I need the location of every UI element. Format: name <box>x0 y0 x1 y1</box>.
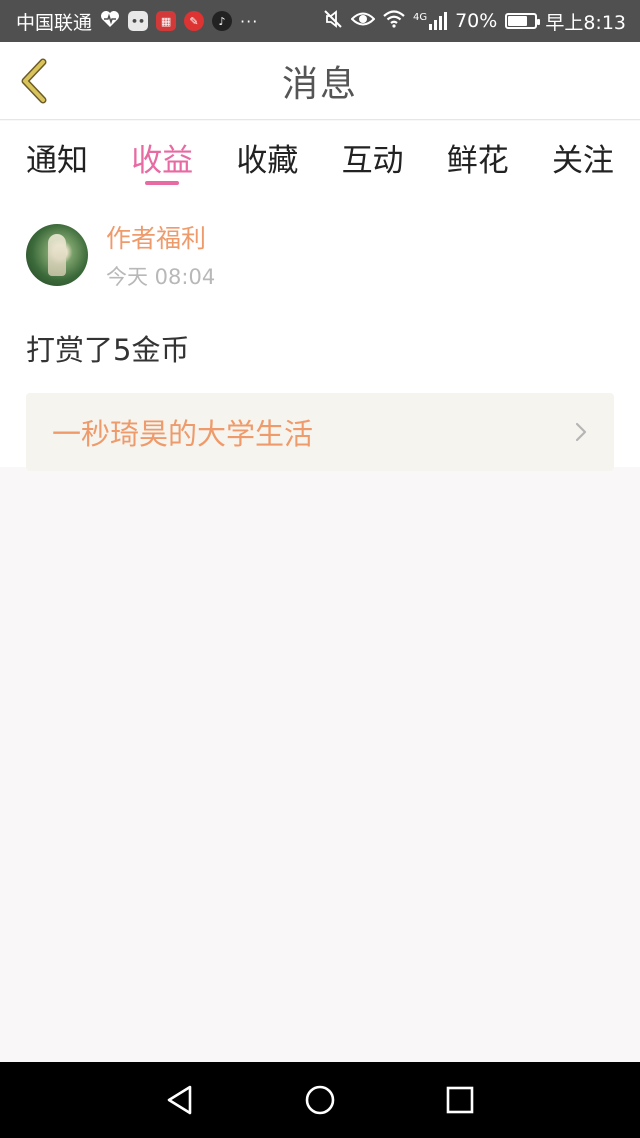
back-arrow-icon <box>21 58 47 104</box>
tab-earnings[interactable]: 收益 <box>131 121 193 193</box>
news-app-icon: ▦ <box>156 11 177 31</box>
avatar[interactable] <box>26 224 88 286</box>
message-header: 作者福利 今天 08:04 <box>26 219 614 291</box>
carrier-label: 中国联通 <box>16 11 93 34</box>
author-block: 作者福利 今天 08:04 <box>106 219 215 291</box>
mute-icon <box>323 9 343 34</box>
tab-bar: 通知 收益 收藏 互动 鲜花 关注 <box>0 121 640 193</box>
author-name[interactable]: 作者福利 <box>106 219 215 255</box>
reading-app-icon: ✎ <box>184 11 205 31</box>
top-app-bar: 消息 <box>0 42 640 120</box>
system-nav-bar <box>0 1062 640 1138</box>
tab-following[interactable]: 关注 <box>552 121 614 193</box>
nav-recent-button[interactable] <box>430 1070 490 1130</box>
eye-comfort-icon <box>350 10 376 33</box>
tab-flowers[interactable]: 鲜花 <box>447 121 509 193</box>
book-title: 一秒琦昊的大学生活 <box>52 417 314 451</box>
chevron-right-icon <box>575 422 587 442</box>
network-type-label: 4G <box>412 12 428 23</box>
battery-level <box>508 16 527 26</box>
battery-percent: 70% <box>455 10 498 32</box>
avatar-figure <box>48 234 66 276</box>
status-bar-left: 中国联通 •• ▦ ✎ ♪ ··· <box>16 8 258 35</box>
message-card: 作者福利 今天 08:04 打赏了5金币 一秒琦昊的大学生活 <box>0 193 640 471</box>
tab-interactions[interactable]: 互动 <box>342 121 404 193</box>
nav-home-icon <box>305 1085 335 1115</box>
message-time: 今天 08:04 <box>106 265 216 289</box>
wifi-icon <box>383 9 405 33</box>
message-body: 打赏了5金币 <box>26 333 190 367</box>
status-bar: 中国联通 •• ▦ ✎ ♪ ··· 4G 70% 早上8:13 <box>0 0 640 42</box>
battery-icon <box>505 13 541 29</box>
tab-notifications[interactable]: 通知 <box>26 121 88 193</box>
nav-back-button[interactable] <box>150 1070 210 1130</box>
nav-recent-icon <box>446 1086 474 1114</box>
tab-favorites[interactable]: 收藏 <box>236 121 298 193</box>
health-heart-icon <box>100 10 120 33</box>
wechat-app-icon: •• <box>128 11 149 31</box>
back-button[interactable] <box>12 54 56 108</box>
more-notifications-icon: ··· <box>240 11 259 31</box>
tiktok-app-icon: ♪ <box>212 11 233 31</box>
book-link[interactable]: 一秒琦昊的大学生活 <box>26 393 614 471</box>
screen: 中国联通 •• ▦ ✎ ♪ ··· 4G 70% 早上8:13 消息 通知 收益… <box>0 0 640 1138</box>
page-title: 消息 <box>281 63 358 105</box>
clock: 早上8:13 <box>545 11 626 34</box>
signal-icon: 4G <box>412 12 448 30</box>
status-bar-right: 4G 70% 早上8:13 <box>323 8 626 35</box>
nav-back-icon <box>167 1085 192 1115</box>
nav-home-button[interactable] <box>290 1070 350 1130</box>
